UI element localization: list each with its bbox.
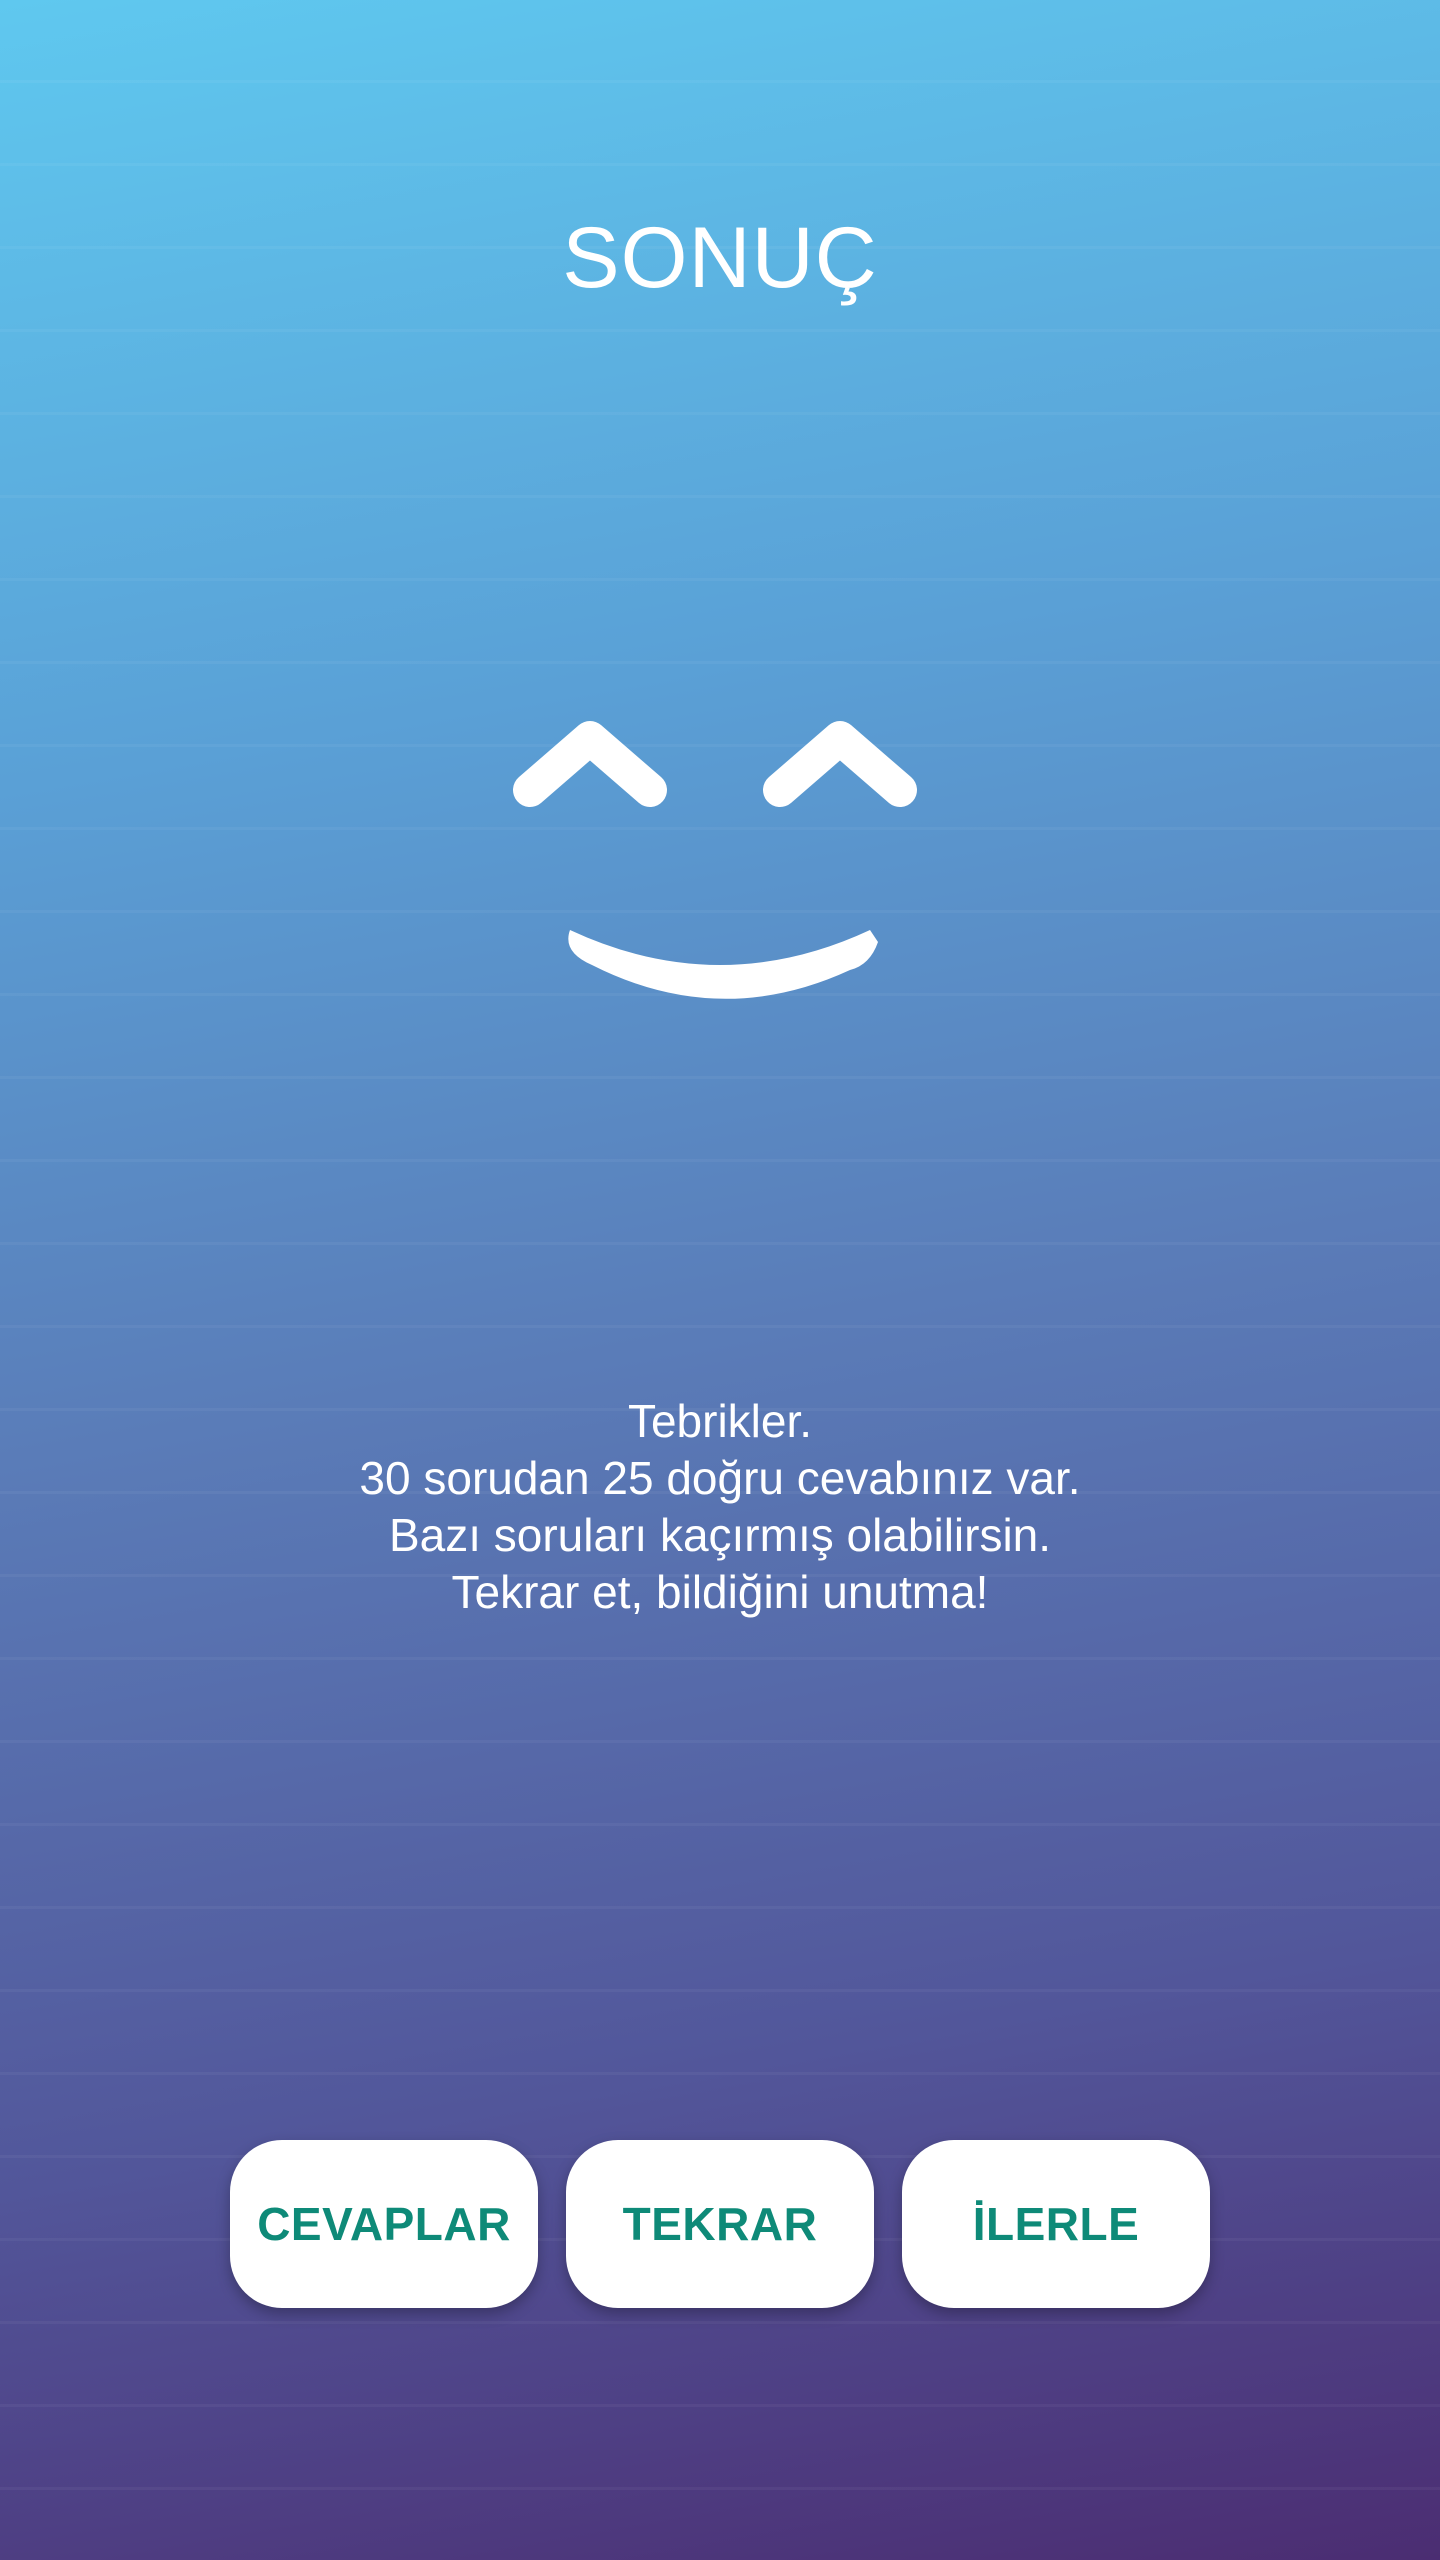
page-title: SONUÇ	[562, 210, 878, 306]
message-line-2: 30 sorudan 25 doğru cevabınız var.	[359, 1452, 1081, 1504]
next-button[interactable]: İLERLE	[902, 2140, 1210, 2308]
answers-button[interactable]: CEVAPLAR	[230, 2140, 538, 2308]
message-line-1: Tebrikler.	[627, 1395, 813, 1447]
result-message: Tebrikler. 30 sorudan 25 doğru cevabınız…	[0, 1393, 1440, 1621]
right-eye-icon	[763, 721, 917, 807]
action-buttons: CEVAPLAR TEKRAR İLERLE	[230, 2140, 1210, 2308]
left-eye-icon	[513, 721, 667, 807]
retry-button[interactable]: TEKRAR	[566, 2140, 874, 2308]
smile-mouth-icon	[568, 930, 878, 999]
message-line-3: Bazı soruları kaçırmış olabilirsin.	[388, 1509, 1052, 1561]
smiling-face-icon	[513, 721, 917, 999]
message-line-4: Tekrar et, bildiğini unutma!	[451, 1566, 989, 1618]
